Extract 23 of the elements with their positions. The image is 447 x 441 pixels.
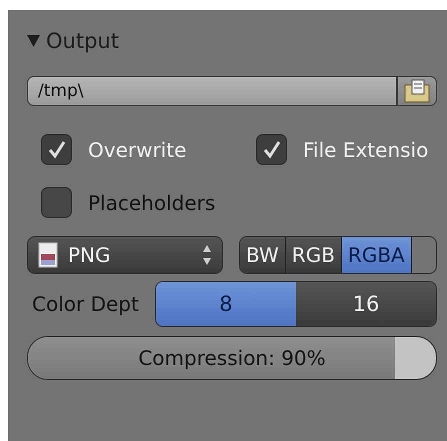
collapse-triangle-icon[interactable] [27, 35, 40, 47]
path-field[interactable]: /tmp\ [27, 76, 397, 106]
checkbox-label: Placeholders [88, 190, 216, 214]
color-mode-option[interactable]: RGB [286, 237, 342, 273]
checkbox-label: Overwrite [88, 138, 186, 162]
color-depth-option[interactable]: 8 [156, 282, 296, 326]
checkbox[interactable] [41, 134, 72, 165]
checkmark-icon [46, 140, 66, 160]
compression-slider[interactable]: Compression: 90% [27, 336, 437, 380]
color-mode-option[interactable]: RGBA [342, 237, 412, 273]
color-depth-option[interactable]: 16 [296, 282, 436, 326]
checkbox[interactable] [256, 134, 287, 165]
checkbox-label: File Extensio [303, 138, 428, 162]
checkbox[interactable] [41, 187, 72, 218]
image-file-icon [38, 242, 58, 268]
color-mode-option[interactable]: BW [240, 237, 286, 273]
format-select[interactable]: PNG [27, 236, 223, 274]
folder-icon [404, 79, 430, 103]
checkmark-icon [262, 140, 282, 160]
panel-title: Output [46, 29, 119, 53]
folder-button[interactable] [397, 76, 437, 106]
up-down-arrows-icon [202, 244, 212, 266]
color-depth-label: Color Dept [32, 292, 139, 316]
